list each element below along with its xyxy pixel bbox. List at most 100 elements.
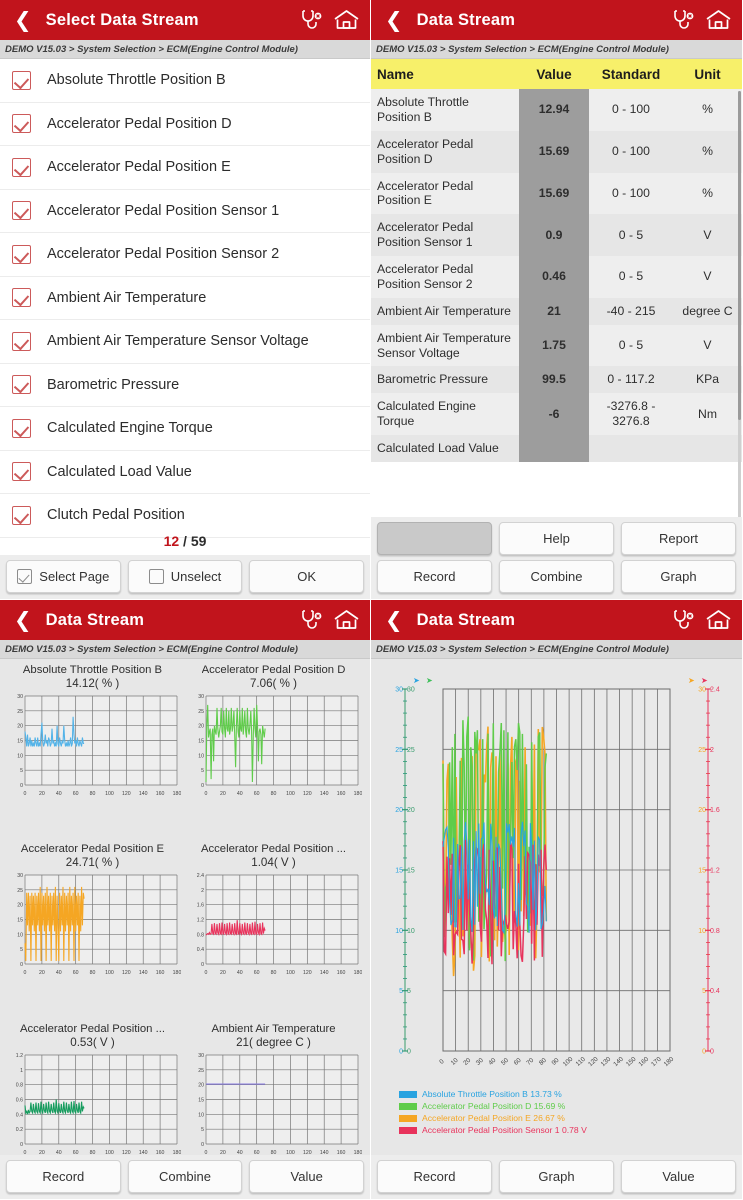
list-item[interactable]: Accelerator Pedal Position Sensor 1 bbox=[0, 190, 370, 233]
checkbox-icon[interactable] bbox=[12, 201, 31, 221]
table-header-standard: Standard bbox=[589, 59, 673, 89]
table-row[interactable]: Calculated Engine Torque -6 -3276.8 - 3276… bbox=[371, 393, 742, 435]
home-icon[interactable] bbox=[333, 9, 360, 31]
mini-chart-plot: 0 20 40 60 80 100 120 140 160 180 0 5 10 15 20 25 30 bbox=[5, 690, 181, 803]
stethoscope-x-icon[interactable] bbox=[300, 609, 324, 631]
help-button[interactable]: Help bbox=[499, 522, 614, 555]
cell-unit: V bbox=[703, 338, 712, 353]
list-item[interactable]: Clutch Pedal Position bbox=[0, 494, 370, 538]
checkbox-icon[interactable] bbox=[12, 114, 31, 134]
record-button[interactable]: Record bbox=[6, 1160, 121, 1193]
stethoscope-x-icon[interactable] bbox=[300, 9, 324, 31]
cell-standard: 0 - 100 bbox=[612, 102, 650, 117]
cell-value: 12.94 bbox=[519, 89, 589, 131]
list-item-label: Accelerator Pedal Position D bbox=[47, 115, 232, 132]
svg-text:0: 0 bbox=[438, 1058, 446, 1066]
back-icon[interactable]: ❮ bbox=[381, 10, 407, 31]
mini-chart-title: Accelerator Pedal Position ... bbox=[200, 843, 347, 856]
svg-text:20: 20 bbox=[17, 724, 23, 730]
cell-unit bbox=[673, 435, 742, 462]
table-row[interactable]: Absolute Throttle Position B 12.94 0 - 100… bbox=[371, 89, 742, 131]
record-button[interactable]: Record bbox=[377, 1160, 492, 1193]
page-title: Select Data Stream bbox=[45, 10, 199, 29]
checkbox-icon[interactable] bbox=[12, 244, 31, 264]
list-item[interactable]: Accelerator Pedal Position Sensor 2 bbox=[0, 233, 370, 277]
stethoscope-x-icon[interactable] bbox=[672, 609, 696, 631]
list-item[interactable]: Absolute Throttle Position B bbox=[0, 59, 370, 103]
select-page-label: Select Page bbox=[39, 569, 110, 584]
mini-chart-card[interactable]: Accelerator Pedal Position ... 1.04( V ) 0… bbox=[183, 840, 364, 1019]
back-icon[interactable]: ❮ bbox=[381, 610, 407, 631]
list-item[interactable]: Calculated Load Value bbox=[0, 451, 370, 494]
svg-text:30: 30 bbox=[198, 1053, 204, 1059]
list-item-label: Calculated Load Value bbox=[47, 463, 192, 480]
checkbox-icon[interactable] bbox=[12, 288, 31, 308]
mini-chart-card[interactable]: Accelerator Pedal Position D 7.06( % ) 0 20… bbox=[183, 661, 364, 840]
svg-text:10: 10 bbox=[407, 928, 415, 935]
svg-text:15: 15 bbox=[198, 1097, 204, 1103]
combine-button[interactable]: Combine bbox=[499, 560, 614, 593]
back-icon[interactable]: ❮ bbox=[10, 610, 36, 631]
mini-chart-value: 24.71( % ) bbox=[65, 856, 120, 870]
graph-button[interactable]: Graph bbox=[621, 560, 736, 593]
list-item[interactable]: Ambient Air Temperature bbox=[0, 277, 370, 320]
home-icon[interactable] bbox=[705, 9, 732, 31]
checkbox-icon[interactable] bbox=[12, 505, 31, 525]
svg-text:15: 15 bbox=[198, 739, 204, 745]
combine-button[interactable]: Combine bbox=[127, 1160, 243, 1193]
breadcrumb: DEMO V15.03 > System Selection > ECM(Eng… bbox=[0, 40, 370, 59]
ok-button[interactable]: OK bbox=[249, 560, 365, 593]
cell-standard: 0 - 100 bbox=[612, 185, 650, 200]
record-label: Record bbox=[42, 1169, 85, 1184]
svg-text:160: 160 bbox=[637, 1055, 650, 1068]
table-row[interactable]: Accelerator Pedal Position Sensor 2 0.46 0… bbox=[371, 256, 742, 298]
value-button[interactable]: Value bbox=[249, 1160, 365, 1193]
unselect-button[interactable]: Unselect bbox=[127, 560, 243, 593]
svg-text:60: 60 bbox=[253, 791, 259, 797]
svg-text:10: 10 bbox=[450, 1057, 460, 1067]
svg-text:1.6: 1.6 bbox=[710, 807, 720, 814]
list-item[interactable]: Accelerator Pedal Position E bbox=[0, 146, 370, 190]
value-button[interactable]: Value bbox=[621, 1160, 736, 1193]
list-item[interactable]: Calculated Engine Torque bbox=[0, 407, 370, 451]
svg-text:40: 40 bbox=[487, 1057, 497, 1067]
svg-text:0.8: 0.8 bbox=[196, 933, 203, 939]
home-icon[interactable] bbox=[705, 609, 732, 631]
table-row[interactable]: Accelerator Pedal Position D 15.69 0 - 100… bbox=[371, 130, 742, 173]
home-icon[interactable] bbox=[333, 609, 360, 631]
list-item[interactable]: Accelerator Pedal Position D bbox=[0, 103, 370, 146]
checkbox-icon[interactable] bbox=[12, 331, 31, 351]
svg-text:2: 2 bbox=[710, 747, 714, 754]
table-row[interactable]: Calculated Load Value bbox=[371, 435, 742, 462]
combined-chart[interactable]: 0 10 20 30 40 50 60 70 80 90 100 110 120 130 140 150 160… bbox=[371, 659, 742, 1099]
breadcrumb: DEMO V15.03 > System Selection > ECM(Eng… bbox=[0, 640, 370, 659]
mini-chart-card[interactable]: Absolute Throttle Position B 14.12( % ) 0 2… bbox=[2, 661, 183, 840]
checkbox-icon[interactable] bbox=[12, 157, 31, 177]
svg-text:10: 10 bbox=[698, 928, 706, 935]
stethoscope-x-icon[interactable] bbox=[672, 9, 696, 31]
table-row[interactable]: Accelerator Pedal Position Sensor 1 0.9 0 … bbox=[371, 214, 742, 256]
graph-button[interactable]: Graph bbox=[499, 1160, 614, 1193]
list-item[interactable]: Barometric Pressure bbox=[0, 364, 370, 407]
select-page-button[interactable]: Select Page bbox=[6, 560, 121, 593]
svg-text:30: 30 bbox=[395, 687, 403, 694]
svg-text:5: 5 bbox=[399, 988, 403, 995]
record-button[interactable]: Record bbox=[377, 560, 492, 593]
svg-text:80: 80 bbox=[89, 970, 95, 976]
checkbox-icon[interactable] bbox=[12, 375, 31, 395]
back-icon[interactable]: ❮ bbox=[10, 10, 36, 31]
table-row[interactable]: Ambient Air Temperature Sensor Voltage 1.… bbox=[371, 324, 742, 367]
svg-text:5: 5 bbox=[407, 988, 411, 995]
table-row[interactable]: Ambient Air Temperature 21 -40 - 215 degree… bbox=[371, 297, 742, 325]
checkbox-icon[interactable] bbox=[12, 70, 31, 90]
checkbox-icon[interactable] bbox=[12, 462, 31, 482]
checkbox-icon[interactable] bbox=[12, 418, 31, 438]
mini-chart-value: 1.04( V ) bbox=[251, 856, 296, 870]
table-row[interactable]: Barometric Pressure 99.5 0 - 117.2 KPa bbox=[371, 366, 742, 394]
header-bar-combined: ❮ Data Stream bbox=[371, 600, 742, 640]
breadcrumb: DEMO V15.03 > System Selection > ECM(Eng… bbox=[371, 640, 742, 659]
report-button[interactable]: Report bbox=[621, 522, 736, 555]
table-row[interactable]: Accelerator Pedal Position E 15.69 0 - 100… bbox=[371, 172, 742, 215]
list-item[interactable]: Ambient Air Temperature Sensor Voltage bbox=[0, 320, 370, 364]
mini-chart-card[interactable]: Accelerator Pedal Position E 24.71( % ) 0 2… bbox=[2, 840, 183, 1019]
